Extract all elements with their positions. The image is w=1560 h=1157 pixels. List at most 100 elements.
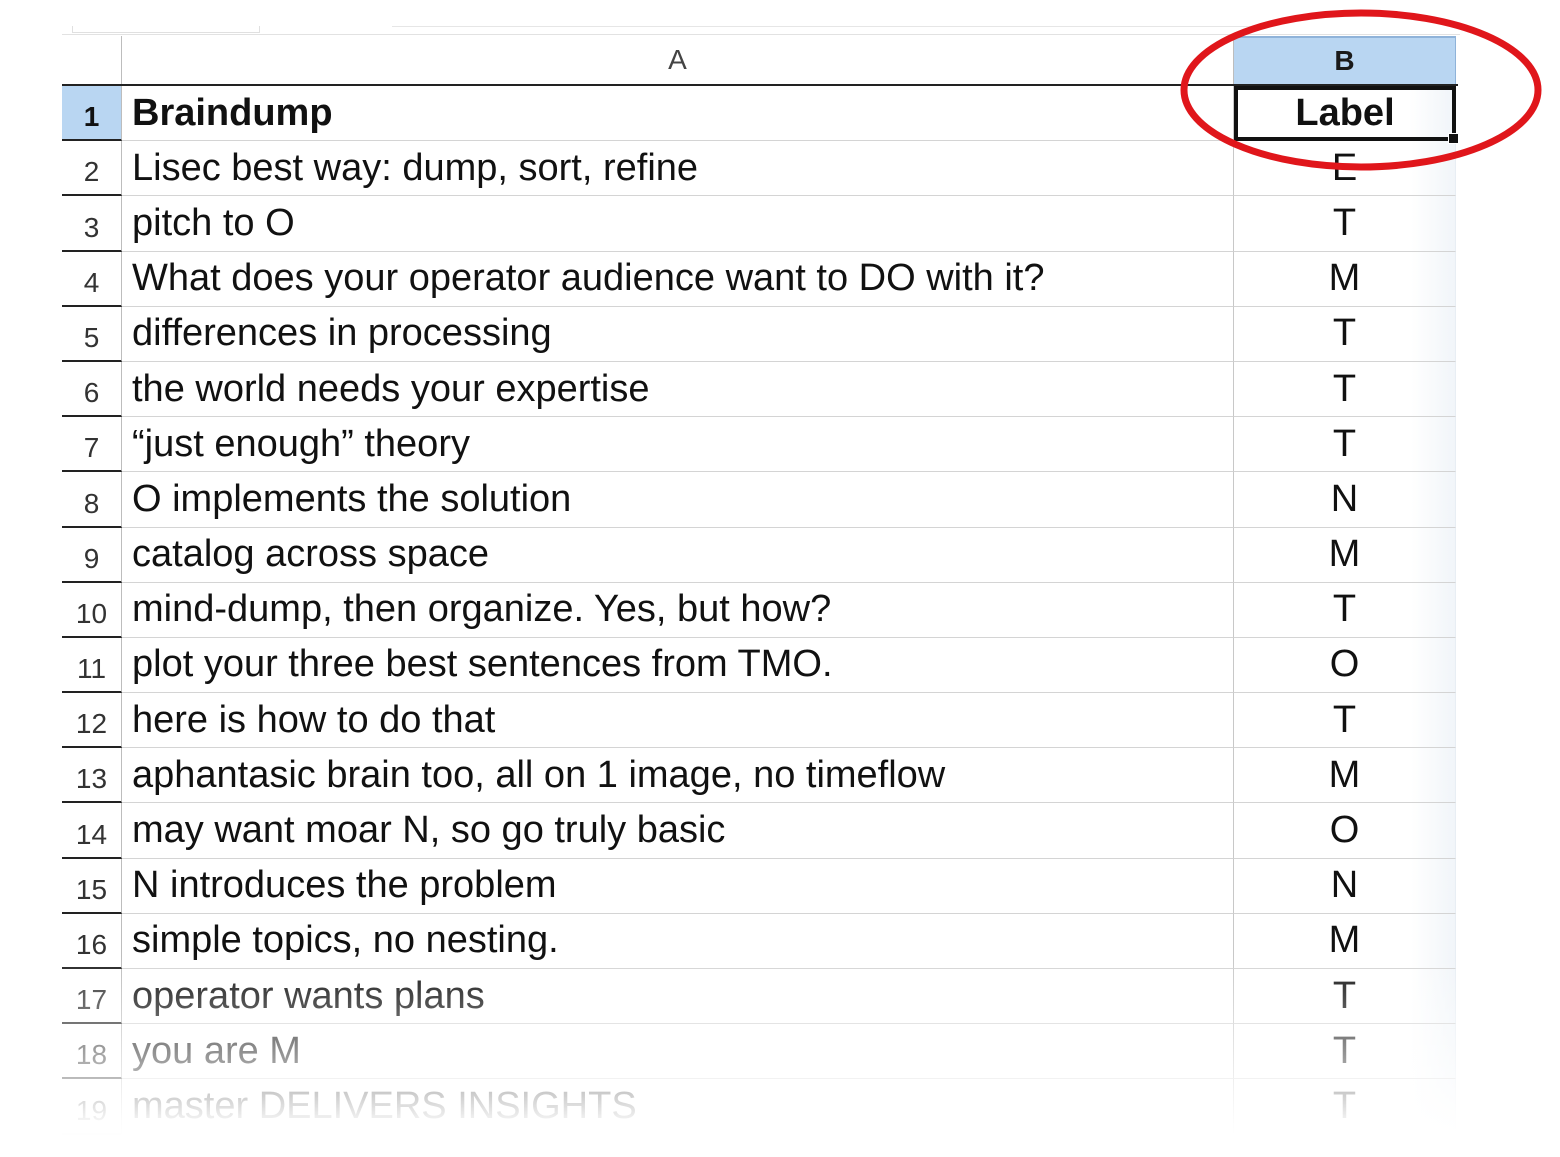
cell-b-value: O — [1329, 809, 1360, 852]
cell-b-value: M — [1328, 919, 1361, 962]
row-header[interactable]: 18 — [62, 1024, 122, 1080]
row-header[interactable]: 4 — [62, 251, 122, 307]
cell-b[interactable]: T — [1234, 417, 1456, 473]
cell-a[interactable]: Lisec best way: dump, sort, refine — [122, 141, 1234, 197]
table-row: 1 Braindump Label — [62, 86, 1459, 145]
cell-a[interactable]: you are M — [122, 1024, 1234, 1080]
active-cell-b1[interactable]: Label — [1234, 86, 1459, 145]
cell-b[interactable]: M — [1234, 748, 1456, 804]
column-header-a[interactable]: A — [122, 36, 1234, 84]
table-row: 8O implements the solution N — [62, 472, 1458, 528]
table-row: 9 catalog across space M — [62, 527, 1458, 583]
cell-b-value: T — [1332, 698, 1357, 741]
row-header[interactable]: 14 — [62, 803, 122, 859]
row-header[interactable]: 10 — [62, 582, 122, 638]
cell-b[interactable]: N — [1234, 472, 1456, 528]
cell-a[interactable]: the world needs your expertise — [122, 361, 1234, 418]
cell-b-value: T — [1332, 974, 1357, 1017]
cell-a[interactable]: master DELIVERS INSIGHTS — [122, 1079, 1234, 1135]
row-header[interactable]: 12 — [62, 693, 122, 749]
cell-a[interactable]: aphantasic brain too, all on 1 image, no… — [122, 748, 1234, 804]
cell-b[interactable]: T — [1234, 1079, 1456, 1135]
table-row: 19 master DELIVERS INSIGHTS T — [62, 1079, 1458, 1135]
table-row: 6 the world needs your expertise T — [62, 361, 1458, 418]
table-row: 10 mind-dump, then organize. Yes, but how… — [62, 582, 1458, 638]
cell-b-value: M — [1328, 533, 1361, 576]
cell-b[interactable]: T — [1234, 306, 1456, 362]
cell-b[interactable]: T — [1234, 1024, 1456, 1080]
cell-a[interactable]: “just enough” theory — [122, 417, 1234, 473]
page: A B 1 Braindump Label 2 Lisec best way: dump… — [0, 0, 1560, 1157]
table-row: 4 What does your operator audience want t… — [62, 251, 1458, 307]
cell-a[interactable]: What does your operator audience want to… — [122, 251, 1234, 307]
cell-a[interactable]: N introduces the problem — [122, 858, 1234, 914]
cell-b-value: T — [1332, 588, 1357, 631]
cell-a[interactable]: Braindump — [122, 86, 1234, 142]
fill-handle[interactable] — [1448, 133, 1459, 145]
select-all-corner[interactable] — [62, 36, 122, 84]
table-row: 12 here is how to do that T — [62, 693, 1458, 749]
table-row: 17 operator wants plans T — [62, 969, 1458, 1025]
table-row: 13 aphantasic brain too, all on 1 image, … — [62, 748, 1458, 804]
cell-b-value: M — [1328, 257, 1361, 300]
cell-a[interactable]: here is how to do that — [122, 693, 1234, 749]
cell-b[interactable]: M — [1234, 527, 1456, 583]
cell-b-value: N — [1330, 864, 1359, 907]
row-header[interactable]: 19 — [62, 1079, 122, 1135]
cell-a[interactable]: O implements the solution — [122, 472, 1234, 528]
formula-bar — [392, 26, 1252, 33]
table-row: 16 simple topics, no nesting. M — [62, 913, 1458, 969]
row-header[interactable]: 8 — [62, 472, 122, 528]
cell-a[interactable]: simple topics, no nesting. — [122, 913, 1234, 969]
row-header[interactable]: 11 — [62, 637, 122, 694]
row-header[interactable]: 2 — [62, 141, 122, 197]
toolbar-remnant — [62, 0, 1460, 35]
cell-a[interactable]: plot your three best sentences from TMO. — [122, 637, 1234, 694]
cell-b[interactable]: T — [1234, 969, 1456, 1025]
cell-b-value: E — [1331, 146, 1358, 189]
row-header[interactable]: 7 — [62, 417, 122, 473]
row-header[interactable]: 17 — [62, 969, 122, 1025]
row-header[interactable]: 15 — [62, 858, 122, 914]
cell-b-value: T — [1332, 312, 1357, 355]
table-row: 18 you are M T — [62, 1024, 1458, 1080]
cell-b[interactable]: O — [1234, 803, 1456, 859]
cell-b[interactable]: E — [1234, 141, 1456, 197]
cell-a[interactable]: differences in processing — [122, 306, 1234, 362]
cell-a[interactable]: mind-dump, then organize. Yes, but how? — [122, 582, 1234, 638]
cell-b-value: M — [1328, 753, 1361, 796]
table-row: 15 N introduces the problem N — [62, 858, 1458, 914]
cell-b-value: T — [1332, 201, 1357, 244]
cell-b-value: T — [1332, 367, 1357, 410]
cell-b-value: N — [1330, 477, 1359, 520]
cell-b-value: T — [1332, 1029, 1357, 1072]
spreadsheet-grid: A B 1 Braindump Label 2 Lisec best way: dump… — [62, 36, 1459, 1135]
cell-b[interactable]: O — [1234, 637, 1456, 694]
column-header-b[interactable]: B — [1234, 36, 1456, 84]
table-row: 11 plot your three best sentences from TM… — [62, 637, 1458, 694]
cell-a[interactable]: may want moar N, so go truly basic — [122, 803, 1234, 859]
rows-container: 1 Braindump Label 2 Lisec best way: dump, so… — [62, 86, 1459, 1135]
row-header[interactable]: 13 — [62, 748, 122, 804]
row-header[interactable]: 9 — [62, 527, 122, 583]
row-header[interactable]: 6 — [62, 361, 122, 418]
cell-b[interactable]: M — [1234, 913, 1456, 969]
cell-b[interactable]: T — [1234, 196, 1456, 252]
cell-b[interactable]: N — [1234, 858, 1456, 914]
column-header-row: A B — [62, 36, 1458, 86]
cell-b[interactable]: T — [1234, 361, 1456, 418]
cell-b-value: T — [1332, 422, 1357, 465]
table-row: 14 may want moar N, so go truly basic O — [62, 803, 1458, 859]
table-row: 7 “just enough” theory T — [62, 417, 1458, 473]
cell-b-value: Label — [1295, 92, 1395, 135]
cell-b[interactable]: T — [1234, 693, 1456, 749]
row-header[interactable]: 3 — [62, 196, 122, 252]
cell-a[interactable]: catalog across space — [122, 527, 1234, 583]
cell-b[interactable]: T — [1234, 582, 1456, 638]
cell-a[interactable]: pitch to O — [122, 196, 1234, 252]
row-header[interactable]: 1 — [62, 86, 122, 142]
cell-b[interactable]: M — [1234, 251, 1456, 307]
row-header[interactable]: 16 — [62, 913, 122, 969]
cell-a[interactable]: operator wants plans — [122, 969, 1234, 1025]
row-header[interactable]: 5 — [62, 306, 122, 362]
